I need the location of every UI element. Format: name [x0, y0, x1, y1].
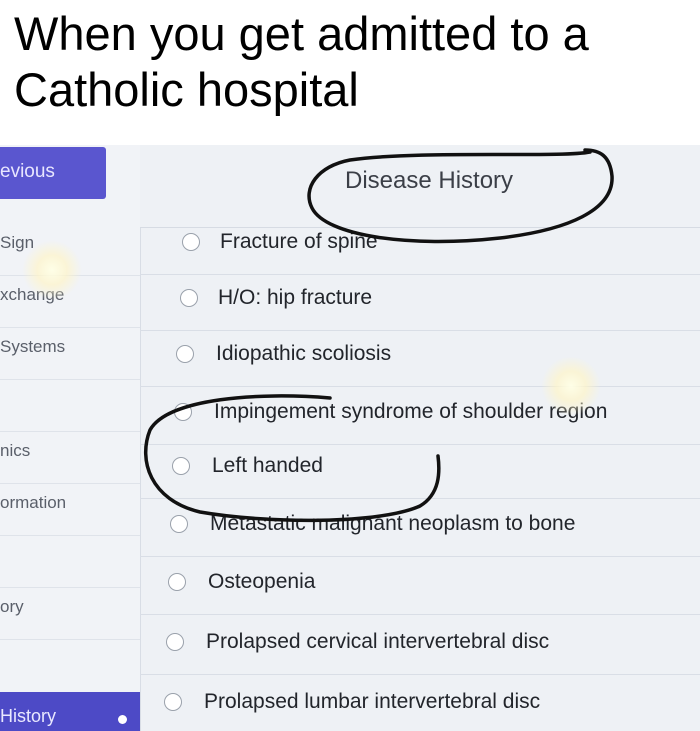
option-row[interactable]: H/O: hip fracture — [140, 273, 700, 331]
option-row[interactable]: Impingement syndrome of shoulder region — [140, 387, 700, 445]
panel-header: Disease History — [140, 145, 700, 228]
sidebar-item-label: ormation — [0, 493, 67, 512]
radio-button[interactable] — [180, 289, 198, 307]
option-row[interactable]: Fracture of spine — [140, 217, 700, 275]
option-row[interactable]: Idiopathic scoliosis — [140, 329, 700, 387]
radio-button[interactable] — [174, 403, 192, 421]
radio-button[interactable] — [182, 233, 200, 251]
sidebar-item-nics[interactable]: nics — [0, 431, 140, 484]
sidebar-item-label: nics — [0, 441, 31, 460]
meme-caption: When you get admitted to a Catholic hosp… — [14, 7, 589, 116]
previous-button-label: evious — [0, 161, 55, 182]
option-row[interactable]: Metastatic malignant neoplasm to bone — [140, 499, 700, 557]
photographed-screen: evious Sign xchange Systems nics ormatio… — [0, 145, 700, 731]
sidebar-item-history-active[interactable]: History — [0, 692, 140, 731]
option-label: Fracture of spine — [220, 230, 378, 253]
screen-glare — [540, 357, 602, 415]
radio-button[interactable] — [168, 573, 186, 591]
option-row[interactable]: Left handed — [140, 441, 700, 499]
sidebar-item-label: History — [0, 706, 57, 726]
option-row[interactable]: Osteopenia — [140, 557, 700, 615]
active-dot-icon — [118, 715, 127, 724]
option-row[interactable]: Prolapsed cervical intervertebral disc — [140, 617, 700, 675]
radio-button[interactable] — [170, 515, 188, 533]
option-label: Idiopathic scoliosis — [216, 342, 392, 365]
option-label: Left handed — [212, 454, 323, 477]
previous-button[interactable]: evious — [0, 147, 106, 199]
sidebar-item-blank-1[interactable] — [0, 379, 140, 432]
sidebar-item-information[interactable]: ormation — [0, 483, 140, 536]
sidebar-item-label: Systems — [0, 337, 66, 356]
option-label: H/O: hip fracture — [218, 286, 373, 309]
radio-button[interactable] — [166, 633, 184, 651]
option-row[interactable]: Prolapsed lumbar intervertebral disc — [140, 677, 700, 731]
radio-button[interactable] — [172, 457, 190, 475]
sidebar-item-blank-2[interactable] — [0, 535, 140, 588]
sidebar-item-ory[interactable]: ory — [0, 587, 140, 640]
option-label: Metastatic malignant neoplasm to bone — [210, 512, 576, 535]
sidebar-item-label: ory — [0, 597, 24, 616]
option-label: Prolapsed cervical intervertebral disc — [206, 630, 550, 653]
panel-title: Disease History — [345, 167, 514, 194]
screen-glare — [22, 240, 82, 300]
option-label: Prolapsed lumbar intervertebral disc — [204, 690, 541, 713]
radio-button[interactable] — [164, 693, 182, 711]
option-label: Osteopenia — [208, 570, 316, 593]
radio-button[interactable] — [176, 345, 194, 363]
sidebar-item-systems[interactable]: Systems — [0, 327, 140, 380]
sidebar: evious Sign xchange Systems nics ormatio… — [0, 145, 141, 731]
